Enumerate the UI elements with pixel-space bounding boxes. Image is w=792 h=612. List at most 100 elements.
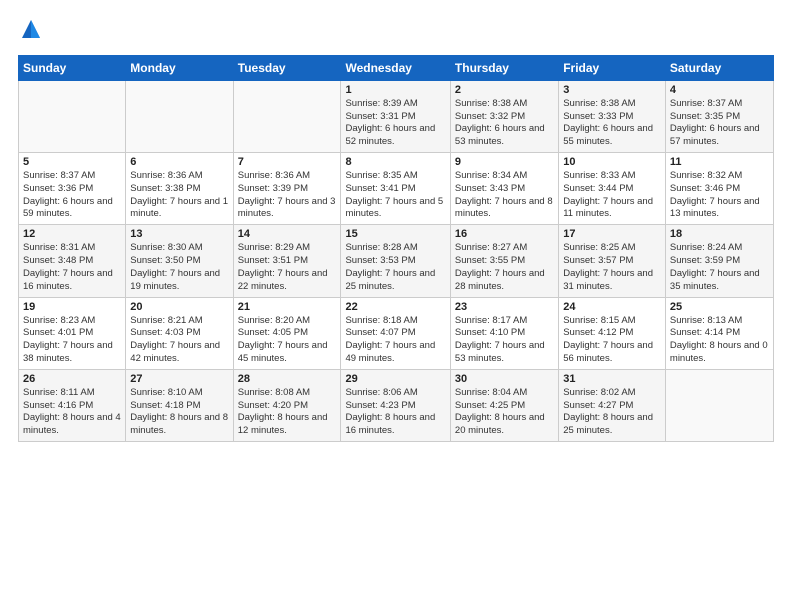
day-info: Sunrise: 8:20 AM Sunset: 4:05 PM Dayligh…: [238, 315, 337, 366]
day-info: Sunrise: 8:25 AM Sunset: 3:57 PM Dayligh…: [563, 242, 661, 293]
day-number: 5: [23, 156, 121, 168]
day-cell: 6Sunrise: 8:36 AM Sunset: 3:38 PM Daylig…: [126, 153, 233, 225]
day-info: Sunrise: 8:37 AM Sunset: 3:36 PM Dayligh…: [23, 170, 121, 221]
day-cell: 26 Sunrise: 8:11 AM Sunset: 4:16 PM Dayli…: [19, 369, 126, 441]
day-info: Sunrise: 8:04 AM Sunset: 4:25 PM Dayligh…: [455, 387, 554, 438]
day-number: 23: [455, 301, 554, 313]
day-info: Sunrise: 8:29 AM Sunset: 3:51 PM Dayligh…: [238, 242, 337, 293]
day-cell: 24 Sunrise: 8:15 AM Sunset: 4:12 PM Dayli…: [559, 297, 666, 369]
day-number: 9: [455, 156, 554, 168]
day-number: 14: [238, 228, 337, 240]
day-info: Sunrise: 8:13 AM Sunset: 4:14 PM Dayligh…: [670, 315, 769, 366]
day-info: Sunrise: 8:24 AM Sunset: 3:59 PM Dayligh…: [670, 242, 769, 293]
day-number: 24: [563, 301, 661, 313]
day-number: 16: [455, 228, 554, 240]
day-info: Sunrise: 8:28 AM Sunset: 3:53 PM Dayligh…: [345, 242, 445, 293]
day-cell: 10Sunrise: 8:33 AM Sunset: 3:44 PM Dayli…: [559, 153, 666, 225]
week-row-4: 19 Sunrise: 8:23 AM Sunset: 4:01 PM Dayli…: [19, 297, 774, 369]
day-of-week-tuesday: Tuesday: [233, 55, 341, 80]
page: SundayMondayTuesdayWednesdayThursdayFrid…: [0, 0, 792, 612]
day-cell: 22Sunrise: 8:18 AM Sunset: 4:07 PM Dayli…: [341, 297, 450, 369]
day-number: 19: [23, 301, 121, 313]
day-of-week-saturday: Saturday: [665, 55, 773, 80]
header: [18, 18, 774, 45]
day-info: Sunrise: 8:38 AM Sunset: 3:32 PM Dayligh…: [455, 98, 554, 149]
day-info: Sunrise: 8:02 AM Sunset: 4:27 PM Dayligh…: [563, 387, 661, 438]
day-cell: 21 Sunrise: 8:20 AM Sunset: 4:05 PM Dayli…: [233, 297, 341, 369]
day-cell: 20 Sunrise: 8:21 AM Sunset: 4:03 PM Dayli…: [126, 297, 233, 369]
day-cell: 5 Sunrise: 8:37 AM Sunset: 3:36 PM Daylig…: [19, 153, 126, 225]
day-info: Sunrise: 8:34 AM Sunset: 3:43 PM Dayligh…: [455, 170, 554, 221]
day-cell: 25 Sunrise: 8:13 AM Sunset: 4:14 PM Dayli…: [665, 297, 773, 369]
day-cell: 2 Sunrise: 8:38 AM Sunset: 3:32 PM Daylig…: [450, 80, 558, 152]
day-cell: 31 Sunrise: 8:02 AM Sunset: 4:27 PM Dayli…: [559, 369, 666, 441]
week-row-1: 1Sunrise: 8:39 AM Sunset: 3:31 PM Daylig…: [19, 80, 774, 152]
day-cell: 17 Sunrise: 8:25 AM Sunset: 3:57 PM Dayli…: [559, 225, 666, 297]
day-info: Sunrise: 8:21 AM Sunset: 4:03 PM Dayligh…: [130, 315, 228, 366]
logo: [18, 18, 42, 45]
day-info: Sunrise: 8:32 AM Sunset: 3:46 PM Dayligh…: [670, 170, 769, 221]
day-number: 25: [670, 301, 769, 313]
day-number: 12: [23, 228, 121, 240]
day-cell: 28 Sunrise: 8:08 AM Sunset: 4:20 PM Dayli…: [233, 369, 341, 441]
day-info: Sunrise: 8:31 AM Sunset: 3:48 PM Dayligh…: [23, 242, 121, 293]
day-info: Sunrise: 8:17 AM Sunset: 4:10 PM Dayligh…: [455, 315, 554, 366]
logo-icon: [20, 18, 42, 40]
day-info: Sunrise: 8:10 AM Sunset: 4:18 PM Dayligh…: [130, 387, 228, 438]
day-cell: 30 Sunrise: 8:04 AM Sunset: 4:25 PM Dayli…: [450, 369, 558, 441]
day-info: Sunrise: 8:11 AM Sunset: 4:16 PM Dayligh…: [23, 387, 121, 438]
day-cell: 14 Sunrise: 8:29 AM Sunset: 3:51 PM Dayli…: [233, 225, 341, 297]
day-info: Sunrise: 8:08 AM Sunset: 4:20 PM Dayligh…: [238, 387, 337, 438]
day-number: 28: [238, 373, 337, 385]
day-number: 13: [130, 228, 228, 240]
day-number: 27: [130, 373, 228, 385]
day-number: 7: [238, 156, 337, 168]
day-info: Sunrise: 8:36 AM Sunset: 3:39 PM Dayligh…: [238, 170, 337, 221]
day-info: Sunrise: 8:18 AM Sunset: 4:07 PM Dayligh…: [345, 315, 445, 366]
calendar-header-row: SundayMondayTuesdayWednesdayThursdayFrid…: [19, 55, 774, 80]
day-cell: [126, 80, 233, 152]
day-number: 26: [23, 373, 121, 385]
week-row-2: 5 Sunrise: 8:37 AM Sunset: 3:36 PM Daylig…: [19, 153, 774, 225]
day-info: Sunrise: 8:38 AM Sunset: 3:33 PM Dayligh…: [563, 98, 661, 149]
day-cell: 9 Sunrise: 8:34 AM Sunset: 3:43 PM Daylig…: [450, 153, 558, 225]
day-cell: 12 Sunrise: 8:31 AM Sunset: 3:48 PM Dayli…: [19, 225, 126, 297]
day-info: Sunrise: 8:06 AM Sunset: 4:23 PM Dayligh…: [345, 387, 445, 438]
day-number: 2: [455, 84, 554, 96]
day-number: 30: [455, 373, 554, 385]
day-info: Sunrise: 8:27 AM Sunset: 3:55 PM Dayligh…: [455, 242, 554, 293]
day-cell: 27 Sunrise: 8:10 AM Sunset: 4:18 PM Dayli…: [126, 369, 233, 441]
day-info: Sunrise: 8:15 AM Sunset: 4:12 PM Dayligh…: [563, 315, 661, 366]
day-of-week-thursday: Thursday: [450, 55, 558, 80]
day-of-week-friday: Friday: [559, 55, 666, 80]
day-number: 11: [670, 156, 769, 168]
day-cell: 15 Sunrise: 8:28 AM Sunset: 3:53 PM Dayli…: [341, 225, 450, 297]
day-info: Sunrise: 8:33 AM Sunset: 3:44 PM Dayligh…: [563, 170, 661, 221]
day-cell: 18Sunrise: 8:24 AM Sunset: 3:59 PM Dayli…: [665, 225, 773, 297]
day-cell: [233, 80, 341, 152]
day-info: Sunrise: 8:23 AM Sunset: 4:01 PM Dayligh…: [23, 315, 121, 366]
day-cell: 4 Sunrise: 8:37 AM Sunset: 3:35 PM Daylig…: [665, 80, 773, 152]
day-of-week-sunday: Sunday: [19, 55, 126, 80]
day-number: 4: [670, 84, 769, 96]
day-number: 6: [130, 156, 228, 168]
day-number: 20: [130, 301, 228, 313]
day-number: 15: [345, 228, 445, 240]
day-cell: 29 Sunrise: 8:06 AM Sunset: 4:23 PM Dayli…: [341, 369, 450, 441]
day-cell: 11 Sunrise: 8:32 AM Sunset: 3:46 PM Dayli…: [665, 153, 773, 225]
day-number: 8: [345, 156, 445, 168]
week-row-5: 26 Sunrise: 8:11 AM Sunset: 4:16 PM Dayli…: [19, 369, 774, 441]
day-number: 31: [563, 373, 661, 385]
day-number: 29: [345, 373, 445, 385]
day-cell: 7 Sunrise: 8:36 AM Sunset: 3:39 PM Daylig…: [233, 153, 341, 225]
day-number: 3: [563, 84, 661, 96]
calendar-table: SundayMondayTuesdayWednesdayThursdayFrid…: [18, 55, 774, 442]
day-number: 21: [238, 301, 337, 313]
day-number: 17: [563, 228, 661, 240]
day-cell: 23 Sunrise: 8:17 AM Sunset: 4:10 PM Dayli…: [450, 297, 558, 369]
day-cell: 13Sunrise: 8:30 AM Sunset: 3:50 PM Dayli…: [126, 225, 233, 297]
day-cell: 19 Sunrise: 8:23 AM Sunset: 4:01 PM Dayli…: [19, 297, 126, 369]
day-cell: [19, 80, 126, 152]
day-cell: 16 Sunrise: 8:27 AM Sunset: 3:55 PM Dayli…: [450, 225, 558, 297]
day-info: Sunrise: 8:37 AM Sunset: 3:35 PM Dayligh…: [670, 98, 769, 149]
